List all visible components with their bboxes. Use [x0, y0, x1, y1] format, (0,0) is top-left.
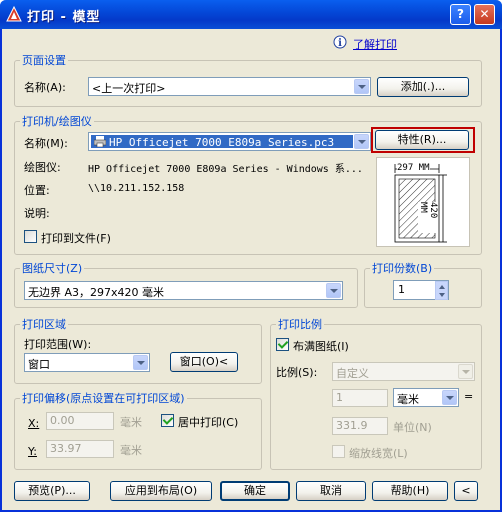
plotter-value: HP Officejet 7000 E809a Series - Windows… — [88, 164, 363, 175]
plotter-label: 绘图仪: — [24, 161, 61, 174]
paper-size-select[interactable]: 无边界 A3，297x420 毫米 — [24, 281, 343, 300]
chevron-down-icon[interactable] — [326, 283, 341, 298]
unit-label: 单位(N) — [393, 421, 432, 434]
printer-icon — [94, 136, 106, 147]
fit-to-paper-label: 布满图纸(I) — [293, 340, 349, 353]
add-page-setup-button[interactable]: 添加(.)... — [377, 77, 469, 97]
fit-to-paper-checkbox[interactable] — [276, 338, 289, 351]
scale-value: 自定义 — [336, 367, 369, 380]
paper-size-value: 无边界 A3，297x420 毫米 — [28, 286, 165, 299]
cancel-button[interactable]: 取消 — [296, 481, 366, 501]
paper-size-title: 图纸尺寸(Z) — [20, 260, 85, 276]
title-help-button[interactable]: ? — [450, 4, 471, 25]
help-button[interactable]: 帮助(H) — [372, 481, 448, 501]
chevron-down-icon[interactable] — [458, 364, 473, 379]
chevron-down-icon[interactable] — [442, 390, 457, 405]
copies-title: 打印份数(B) — [370, 260, 435, 276]
print-to-file-checkbox[interactable] — [24, 230, 37, 243]
center-plot-checkbox[interactable] — [161, 414, 174, 427]
close-button[interactable]: ✕ — [474, 4, 495, 25]
plot-range-select[interactable]: 窗口 — [24, 353, 150, 372]
info-icon: i — [333, 35, 347, 49]
plot-range-value: 窗口 — [28, 358, 50, 371]
scale-lineweights-label: 缩放线宽(L) — [349, 447, 408, 460]
location-value: \\10.211.152.158 — [88, 183, 185, 194]
spin-arrows-icon — [439, 285, 445, 297]
plot-offset-group — [14, 398, 262, 470]
page-setup-name-label: 名称(A): — [24, 81, 66, 94]
offset-x-unit: 毫米 — [120, 416, 142, 429]
scale-select[interactable]: 自定义 — [332, 362, 475, 381]
plot-area-title: 打印区域 — [20, 316, 68, 332]
copies-spinner[interactable] — [435, 281, 448, 300]
copies-input[interactable]: 1 — [393, 280, 449, 300]
description-label: 说明: — [24, 207, 50, 220]
autocad-icon — [6, 6, 22, 22]
chevron-down-icon[interactable] — [354, 79, 369, 94]
scale-label: 比例(S): — [276, 366, 318, 379]
copies-value: 1 — [398, 283, 405, 296]
scale-lineweights-checkbox[interactable] — [332, 445, 345, 458]
offset-y-unit: 毫米 — [120, 444, 142, 457]
offset-y-label: Y: — [28, 445, 37, 458]
location-label: 位置: — [24, 184, 50, 197]
printer-name-select[interactable]: HP Officejet 7000 E809a Series.pc3 — [88, 132, 371, 151]
printer-name-value: HP Officejet 7000 E809a Series.pc3 — [109, 136, 335, 149]
printer-title: 打印机/绘图仪 — [20, 113, 94, 129]
print-to-file-label: 打印到文件(F) — [41, 232, 111, 245]
chevron-down-icon[interactable] — [133, 355, 148, 370]
chevron-down-icon[interactable] — [354, 134, 369, 149]
scale-unit-select[interactable]: 毫米 — [393, 388, 459, 407]
scale-value2-input[interactable]: 331.9 — [332, 417, 388, 435]
page-setup-title: 页面设置 — [20, 52, 68, 68]
svg-text:i: i — [338, 38, 342, 49]
offset-x-label: X: — [28, 417, 40, 430]
paper-height-label: 420 MM — [418, 202, 438, 233]
offset-x-input[interactable]: 0.00 — [46, 412, 114, 430]
equals-sign: = — [464, 390, 474, 403]
more-options-button[interactable]: < — [454, 481, 478, 501]
center-plot-label: 居中打印(C) — [178, 416, 239, 429]
plot-offset-title: 打印偏移(原点设置在可打印区域) — [20, 390, 187, 406]
page-setup-name-select[interactable]: <上一次打印> — [88, 77, 371, 96]
learn-printing-link[interactable]: 了解打印 — [353, 36, 397, 52]
title-bar[interactable]: 打印 - 模型 ? ✕ — [0, 0, 502, 29]
apply-to-layout-button[interactable]: 应用到布局(O) — [110, 481, 212, 501]
offset-y-input[interactable]: 33.97 — [46, 440, 114, 458]
page-setup-name-value: <上一次打印> — [92, 82, 166, 95]
window-pick-button[interactable]: 窗口(O)< — [170, 352, 238, 372]
plot-scale-title: 打印比例 — [276, 316, 324, 332]
preview-button[interactable]: 预览(P)... — [14, 481, 90, 501]
scale-value1-input[interactable]: 1 — [332, 389, 388, 407]
scale-unit-value: 毫米 — [397, 393, 419, 406]
paper-preview: 297 MM 420 MM — [376, 157, 470, 247]
plot-range-label: 打印范围(W): — [24, 338, 92, 351]
paper-width-label: 297 MM — [397, 163, 430, 173]
window-title: 打印 - 模型 — [27, 10, 101, 25]
properties-highlight-box — [371, 127, 475, 153]
printer-name-label: 名称(M): — [24, 137, 68, 150]
print-dialog: 打印 - 模型 ? ✕ i 了解打印 页面设置 名称(A): <上一次打印> 添… — [0, 0, 502, 512]
ok-button[interactable]: 确定 — [220, 481, 290, 501]
